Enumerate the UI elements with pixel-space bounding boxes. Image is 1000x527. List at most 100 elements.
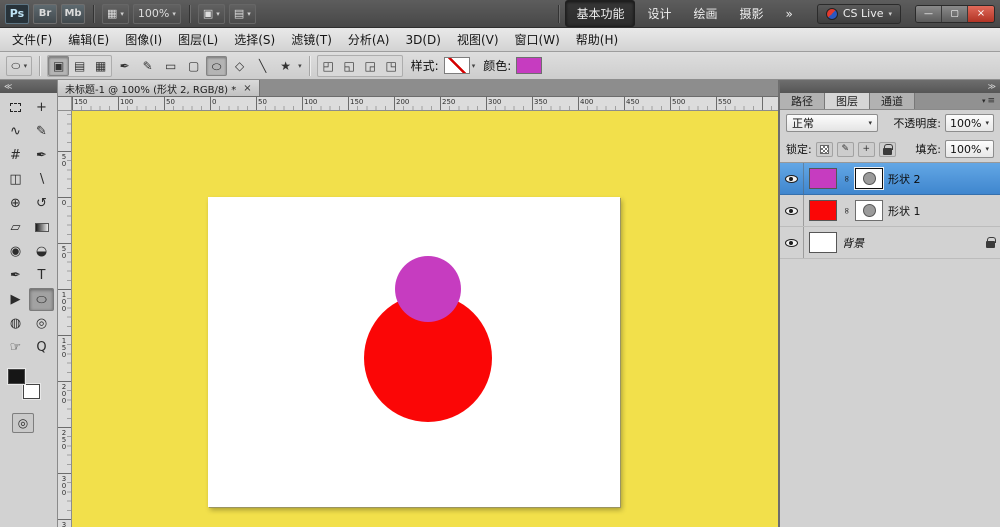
lock-all-button[interactable] xyxy=(879,142,896,157)
chevron-down-icon[interactable]: ▾ xyxy=(472,62,476,70)
blend-mode-dropdown[interactable]: 正常 ▾ xyxy=(786,114,878,132)
layer-name[interactable]: 形状 1 xyxy=(888,203,921,219)
line-tool-button[interactable]: ╲ xyxy=(252,56,273,76)
menu-filter[interactable]: 滤镜(T) xyxy=(283,27,340,52)
document-tab[interactable]: 未标题-1 @ 100% (形状 2, RGB/8) * × xyxy=(58,80,260,96)
pen-tool[interactable]: ✒ xyxy=(3,264,28,287)
3d-object-rotate-tool[interactable]: ◍ xyxy=(3,312,28,335)
subtract-from-shape-button[interactable]: ◱ xyxy=(339,56,360,76)
launch-bridge-button[interactable]: Br xyxy=(33,4,57,24)
layer-name[interactable]: 背景 xyxy=(842,235,864,251)
launch-mini-bridge-button[interactable]: Mb xyxy=(61,4,85,24)
restore-button[interactable]: ▢ xyxy=(942,6,968,22)
minimize-button[interactable]: — xyxy=(916,6,942,22)
paths-mode-button[interactable]: ▤ xyxy=(69,56,90,76)
workspace-photography-button[interactable]: 摄影 xyxy=(730,1,774,26)
dodge-tool[interactable]: ◒ xyxy=(29,240,54,263)
canvas-workspace[interactable] xyxy=(72,111,778,527)
quick-selection-tool[interactable]: ✎ xyxy=(29,120,54,143)
layer-fill-thumbnail[interactable] xyxy=(809,200,837,221)
arrange-documents-button[interactable]: ▣ ▾ xyxy=(198,4,225,24)
visibility-cell[interactable] xyxy=(780,195,804,226)
move-tool[interactable]: + xyxy=(29,96,54,119)
chevron-down-icon[interactable]: ▾ xyxy=(298,62,302,70)
lock-pixels-button[interactable]: ✎ xyxy=(837,142,854,157)
fill-control[interactable]: 100% ▾ xyxy=(945,140,994,158)
vertical-ruler[interactable]: 50 0 50 100 150 200 250 300 350 xyxy=(58,111,72,527)
tab-layers[interactable]: 图层 xyxy=(825,93,870,109)
3d-camera-rotate-tool[interactable]: ◎ xyxy=(29,312,54,335)
visibility-cell[interactable] xyxy=(780,163,804,194)
intersect-shape-button[interactable]: ◲ xyxy=(360,56,381,76)
tab-paths[interactable]: 路径 xyxy=(780,93,825,109)
menu-3d[interactable]: 3D(D) xyxy=(397,29,448,51)
fill-pixels-mode-button[interactable]: ▦ xyxy=(90,56,111,76)
panel-dock-header[interactable]: ≫ xyxy=(780,80,1000,93)
tool-preset-picker[interactable]: ○ ▾ xyxy=(6,56,32,76)
menu-image[interactable]: 图像(I) xyxy=(117,27,170,52)
horizontal-ruler[interactable]: 150 100 50 0 50 100 150 200 250 300 350 … xyxy=(72,97,778,111)
ruler-origin-box[interactable] xyxy=(58,97,72,111)
rounded-rectangle-tool-button[interactable]: ▢ xyxy=(183,56,204,76)
ellipse-tool-button[interactable]: ○ xyxy=(206,56,227,76)
visibility-cell[interactable] xyxy=(780,227,804,258)
clone-stamp-tool[interactable]: ⊕ xyxy=(3,192,28,215)
eyedropper-tool[interactable]: ✒ xyxy=(29,144,54,167)
ellipse-tool[interactable]: ○ xyxy=(29,288,54,311)
lock-transparency-button[interactable] xyxy=(816,142,833,157)
zoom-tool[interactable]: Q xyxy=(29,336,54,359)
menu-analysis[interactable]: 分析(A) xyxy=(340,27,398,52)
vector-mask-thumbnail[interactable] xyxy=(855,168,883,189)
shape-color-swatch[interactable] xyxy=(516,57,542,74)
cs-live-button[interactable]: CS Live ▾ xyxy=(817,4,901,24)
gradient-tool[interactable] xyxy=(29,216,54,239)
eraser-tool[interactable]: ▱ xyxy=(3,216,28,239)
view-extras-button[interactable]: ▦ ▾ xyxy=(102,4,129,24)
tools-panel-header[interactable]: ≪ xyxy=(0,80,57,93)
lasso-tool[interactable]: ∿ xyxy=(3,120,28,143)
lock-position-button[interactable]: + xyxy=(858,142,875,157)
close-icon[interactable]: × xyxy=(243,83,251,94)
background-color-swatch[interactable] xyxy=(23,384,40,399)
shape-layers-mode-button[interactable]: ▣ xyxy=(48,56,69,76)
freeform-pen-tool-button[interactable]: ✎ xyxy=(137,56,158,76)
crop-tool[interactable]: # xyxy=(3,144,28,167)
rectangular-marquee-tool[interactable] xyxy=(3,96,28,119)
workspace-overflow-button[interactable]: » xyxy=(776,3,803,25)
document-canvas[interactable] xyxy=(208,197,620,507)
vector-mask-thumbnail[interactable] xyxy=(855,200,883,221)
menu-select[interactable]: 选择(S) xyxy=(226,27,283,52)
layer-fill-thumbnail[interactable] xyxy=(809,232,837,253)
menu-help[interactable]: 帮助(H) xyxy=(568,27,626,52)
close-button[interactable]: × xyxy=(968,6,994,22)
brush-tool[interactable]: ∖ xyxy=(29,168,54,191)
workspace-essentials-button[interactable]: 基本功能 xyxy=(565,0,635,27)
layer-row-shape-1[interactable]: ∞ 形状 1 xyxy=(780,195,1000,227)
custom-shape-tool-button[interactable]: ★ xyxy=(275,56,296,76)
healing-brush-tool[interactable]: ◫ xyxy=(3,168,28,191)
screen-mode-button[interactable]: ▤ ▾ xyxy=(229,4,256,24)
pen-tool-button[interactable]: ✒ xyxy=(114,56,135,76)
path-selection-tool[interactable]: ▶ xyxy=(3,288,28,311)
quick-mask-mode-button[interactable]: ◎ xyxy=(12,413,34,433)
zoom-level-dropdown[interactable]: 100% ▾ xyxy=(133,4,181,24)
blur-tool[interactable]: ◉ xyxy=(3,240,28,263)
exclude-shape-button[interactable]: ◳ xyxy=(381,56,402,76)
rectangle-tool-button[interactable]: ▭ xyxy=(160,56,181,76)
menu-layer[interactable]: 图层(L) xyxy=(170,27,226,52)
menu-view[interactable]: 视图(V) xyxy=(449,27,507,52)
menu-file[interactable]: 文件(F) xyxy=(4,27,60,52)
layer-fill-thumbnail[interactable] xyxy=(809,168,837,189)
type-tool[interactable]: T xyxy=(29,264,54,287)
style-picker-swatch[interactable] xyxy=(444,57,470,74)
menu-edit[interactable]: 编辑(E) xyxy=(60,27,117,52)
layer-row-shape-2[interactable]: ∞ 形状 2 xyxy=(780,163,1000,195)
add-to-shape-button[interactable]: ◰ xyxy=(318,56,339,76)
layer-name[interactable]: 形状 2 xyxy=(888,171,921,187)
panel-menu-button[interactable]: ▾ ≡ xyxy=(977,93,1000,109)
polygon-tool-button[interactable]: ◇ xyxy=(229,56,250,76)
workspace-painting-button[interactable]: 绘画 xyxy=(683,1,727,26)
opacity-control[interactable]: 100% ▾ xyxy=(945,114,994,132)
workspace-design-button[interactable]: 设计 xyxy=(637,1,681,26)
foreground-color-swatch[interactable] xyxy=(8,369,25,384)
